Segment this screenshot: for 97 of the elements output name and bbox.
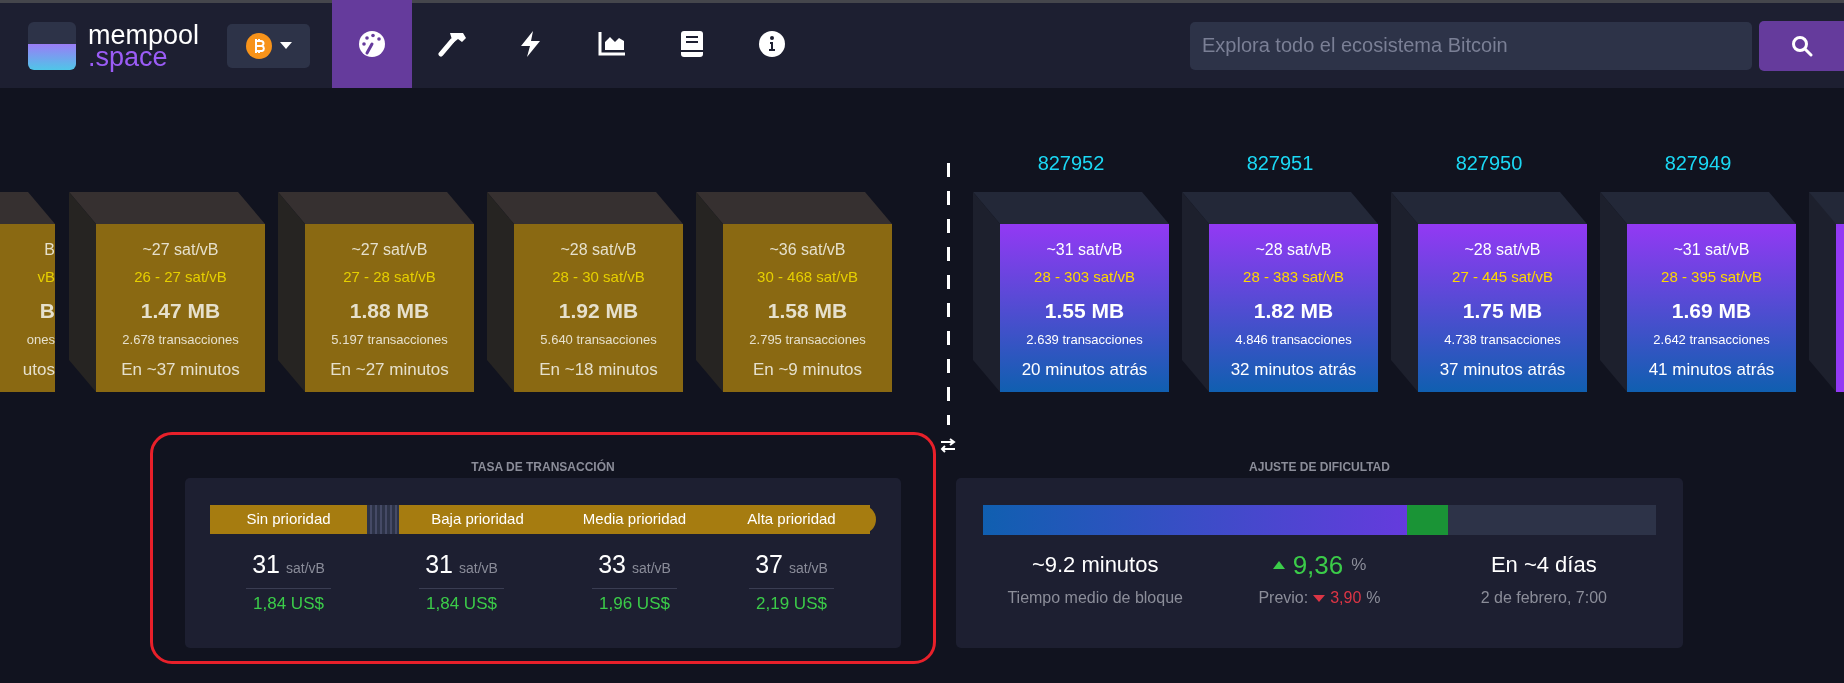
previous-change: 3,90 (1330, 588, 1362, 608)
fee-value: 31 (425, 550, 453, 578)
fiat-price: 1,96 US$ (599, 592, 670, 615)
fee-median: ~27 sat/vB (142, 240, 219, 260)
adjustment-eta: En ~4 días (1490, 551, 1597, 579)
eta-text: En ~9 minutos (752, 359, 863, 381)
block-height-link[interactable]: 827951 (1182, 140, 1378, 192)
logo-icon[interactable] (28, 21, 76, 70)
fee-range: 26 - 27 sat/vB (134, 267, 227, 287)
stat-label: Tiempo medio de bloque (1007, 588, 1183, 608)
fee-value: 37 (755, 550, 783, 578)
fee-median: ~36 sat/vB (769, 240, 846, 260)
bitcoin-coin-icon (245, 32, 272, 59)
fee-median: ~28 sat/vB (1255, 240, 1332, 260)
fee-range: 27 - 28 sat/vB (343, 267, 436, 287)
search-icon (1790, 34, 1813, 57)
mempool-block[interactable]: B vB B ones utos (0, 224, 55, 392)
percent-unit: % (1351, 554, 1367, 576)
mempool-block[interactable]: ~27 sat/vB 26 - 27 sat/vB 1.47 MB 2.678 transacciones En ~37 minutos (96, 224, 265, 392)
fee-range: 28 - 383 sat/vB (1243, 267, 1344, 287)
block-top-face (0, 192, 55, 224)
transaction-count: 5.640 transacciones (540, 331, 657, 349)
fee-median: ~28 sat/vB (1464, 240, 1541, 260)
block-size: 1.75 MB (1462, 298, 1543, 324)
fee-range: vB (37, 267, 55, 287)
fee-unit: sat/vB (458, 560, 498, 576)
fee-unit: sat/vB (285, 560, 325, 576)
transaction-count: 2.642 transacciones (1653, 331, 1770, 349)
fiat-price: 2,19 US$ (756, 592, 827, 615)
fee-range: 27 - 445 sat/vB (1452, 267, 1553, 287)
fee-range: 28 - 395 sat/vB (1661, 267, 1762, 287)
hammer-icon (438, 30, 467, 58)
mempool-block[interactable]: ~27 sat/vB 27 - 28 sat/vB 1.88 MB 5.197 transacciones En ~27 minutos (305, 224, 474, 392)
fee-median: B (44, 240, 55, 260)
mined-block[interactable]: ~31 sat/vB 28 - 303 sat/vB 1.55 MB 2.639 transacciones 20 minutos atrás (1000, 224, 1169, 392)
block-size: 1.92 MB (558, 298, 639, 324)
striped-gap (367, 505, 399, 534)
section-title: TASA DE TRANSACCIÓN (470, 458, 616, 476)
fee-median: ~28 sat/vB (560, 240, 637, 260)
block-size: 1.82 MB (1253, 298, 1334, 324)
transaction-count: ones (26, 331, 55, 349)
block-size: 1.58 MB (767, 298, 848, 324)
block-size: 1.47 MB (140, 298, 221, 324)
transaction-count: 2.795 transacciones (749, 331, 866, 349)
eta-text: utos (22, 359, 55, 381)
nav-tab[interactable] (332, 0, 413, 88)
caret-down-icon (279, 42, 292, 49)
block-size: 1.55 MB (1044, 298, 1125, 324)
fee-range: 28 - 30 sat/vB (552, 267, 645, 287)
eta-text: En ~27 minutos (330, 359, 449, 381)
block-size: B (39, 298, 55, 324)
mined-block[interactable]: ~28 sat/vB 28 - 383 sat/vB 1.82 MB 4.846 transacciones 32 minutos atrás (1209, 224, 1378, 392)
percent-unit: % (1366, 588, 1381, 608)
difficulty-change: 9,36 (1292, 549, 1344, 582)
fiat-price: 1,84 US$ (426, 592, 497, 615)
info-icon (758, 30, 787, 58)
fee-value: 33 (598, 550, 626, 578)
fee-range: 28 - 303 sat/vB (1034, 267, 1135, 287)
gauge-icon (358, 30, 387, 58)
transaction-count: 2.678 transacciones (122, 331, 239, 349)
eta-text: En ~37 minutos (121, 359, 240, 381)
fee-range: 30 - 468 sat/vB (757, 267, 858, 287)
eta-text: En ~18 minutos (539, 359, 658, 381)
fee-median: ~31 sat/vB (1673, 240, 1750, 260)
fee-median: ~31 sat/vB (1046, 240, 1123, 260)
mempool-block[interactable]: ~28 sat/vB 28 - 30 sat/vB 1.92 MB 5.640 transacciones En ~18 minutos (514, 224, 683, 392)
block-height-link[interactable]: 827949 (1600, 140, 1796, 192)
average-block-time: ~9.2 minutos (1031, 551, 1159, 579)
time-ago: 41 minutos atrás (1648, 359, 1775, 381)
mempool-block[interactable]: ~36 sat/vB 30 - 468 sat/vB 1.58 MB 2.795 transacciones En ~9 minutos (723, 224, 892, 392)
transaction-count: 2.639 transacciones (1026, 331, 1143, 349)
mined-block[interactable]: ~31 sat/vB 28 - 395 sat/vB 1.69 MB 2.642 transacciones 41 minutos atrás (1627, 224, 1796, 392)
time-ago: 20 minutos atrás (1021, 359, 1148, 381)
search-button[interactable] (1759, 20, 1844, 71)
adjustment-date: 2 de febrero, 7:00 (1480, 588, 1607, 608)
block-size: 1.88 MB (349, 298, 430, 324)
time-ago: 37 minutos atrás (1439, 359, 1566, 381)
time-ago: 32 minutos atrás (1230, 359, 1357, 381)
transaction-count: 5.197 transacciones (331, 331, 448, 349)
mined-block[interactable]: ~28 sat/vB 27 - 445 sat/vB 1.75 MB 4.738 transacciones 37 minutos atrás (1418, 224, 1587, 392)
block-height-link[interactable]: 827950 (1391, 140, 1587, 192)
fee-median: ~27 sat/vB (351, 240, 428, 260)
network-selector[interactable] (227, 23, 311, 68)
priority-label: Sin prioridad (210, 505, 367, 534)
block-height-link[interactable]: 827952 (973, 140, 1169, 192)
search-field[interactable]: Explora todo el ecosistema Bitcoin (1190, 21, 1752, 70)
fee-unit: sat/vB (788, 560, 828, 576)
area-chart-icon (598, 30, 627, 58)
transaction-count: 4.738 transacciones (1444, 331, 1561, 349)
swap-arrows-icon[interactable] (940, 438, 956, 453)
block-size: 1.69 MB (1671, 298, 1752, 324)
section-title: AJUSTE DE DIFICULTAD (1248, 459, 1391, 476)
fiat-price: 1,84 US$ (253, 592, 324, 615)
previous-label: Previo: (1258, 588, 1309, 608)
fee-unit: sat/vB (631, 560, 671, 576)
transaction-count: 4.846 transacciones (1235, 331, 1352, 349)
fee-value: 31 (252, 550, 280, 578)
